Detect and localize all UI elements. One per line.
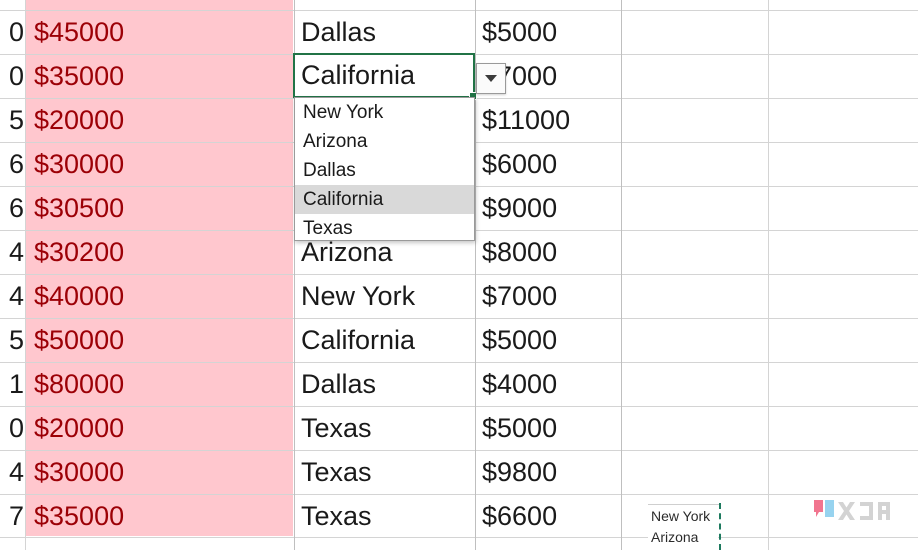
table-cell-amount[interactable]: $30200 [26, 231, 301, 274]
table-cell-amount[interactable]: $30500 [26, 187, 301, 230]
source-range-top-border [648, 504, 720, 505]
table-cell-value[interactable]: $5000 [476, 319, 626, 362]
row-gridline [0, 537, 918, 538]
table-cell-amount[interactable]: $50000 [26, 319, 301, 362]
active-cell-state[interactable]: California [293, 53, 475, 98]
table-cell-value[interactable]: $8000 [476, 231, 626, 274]
source-range-list[interactable]: New York Arizona [648, 506, 718, 550]
table-cell-amount[interactable]: $45000 [26, 11, 301, 54]
table-cell-id[interactable]: 7 [0, 495, 24, 537]
dropdown-option-dallas[interactable]: Dallas [295, 156, 474, 185]
table-cell-value[interactable]: $9000 [476, 187, 626, 230]
table-cell-id[interactable]: 4 [0, 231, 24, 274]
table-cell-amount[interactable]: $35000 [26, 55, 301, 98]
table-cell-state[interactable]: New York [295, 275, 480, 318]
table-cell-id[interactable]: 0 [0, 407, 24, 450]
table-cell-id[interactable]: 6 [0, 187, 24, 230]
table-cell-amount[interactable]: $80000 [26, 363, 301, 406]
column-gridline [768, 0, 769, 550]
table-cell-id[interactable]: 0 [0, 55, 24, 98]
table-cell-value[interactable]: $7000 [476, 275, 626, 318]
table-cell-id[interactable]: 4 [0, 275, 24, 318]
source-item-new-york[interactable]: New York [648, 506, 718, 527]
table-cell-value[interactable]: $5000 [476, 11, 626, 54]
table-cell-value[interactable]: $6000 [476, 143, 626, 186]
table-cell-amount[interactable]: $20000 [26, 99, 301, 142]
table-cell-state[interactable]: Texas [295, 407, 480, 450]
table-cell-id[interactable]: 5 [0, 319, 24, 362]
dropdown-option-california[interactable]: California [295, 185, 474, 214]
table-cell-amount[interactable]: $35000 [26, 495, 301, 537]
table-cell-value[interactable]: $4000 [476, 363, 626, 406]
table-cell-value[interactable]: $5000 [476, 407, 626, 450]
active-cell-value: California [301, 60, 416, 90]
table-cell-amount[interactable]: $20000 [26, 407, 301, 450]
table-cell-amount[interactable]: $30000 [26, 451, 301, 494]
marching-ants-selection-border [719, 503, 721, 550]
chevron-down-icon [485, 75, 497, 82]
dropdown-option-arizona[interactable]: Arizona [295, 127, 474, 156]
table-cell-value[interactable]: $9800 [476, 451, 626, 494]
table-cell-id[interactable]: 1 [0, 363, 24, 406]
dropdown-option-texas[interactable]: Texas [295, 214, 474, 240]
source-item-arizona[interactable]: Arizona [648, 527, 718, 548]
table-cell-state[interactable]: Dallas [295, 11, 480, 54]
validation-dropdown-list[interactable]: New York Arizona Dallas California Texas [294, 97, 475, 241]
spreadsheet-grid[interactable]: 0 $45000 Dallas $5000 0 $35000 $7000 5 $… [0, 0, 918, 550]
table-cell-id[interactable]: 6 [0, 143, 24, 186]
table-cell-state[interactable]: Dallas [295, 363, 480, 406]
table-cell-id[interactable]: 5 [0, 99, 24, 142]
table-cell-value[interactable]: $11000 [476, 99, 626, 142]
table-cell-id[interactable]: 0 [0, 11, 24, 54]
table-cell-value[interactable]: $6600 [476, 495, 626, 537]
dropdown-option-new-york[interactable]: New York [295, 98, 474, 127]
table-cell-state[interactable]: Texas [295, 451, 480, 494]
table-cell-amount[interactable]: $40000 [26, 275, 301, 318]
table-cell-amount[interactable]: $30000 [26, 143, 301, 186]
table-cell-id[interactable]: 4 [0, 451, 24, 494]
dropdown-toggle-button[interactable] [476, 63, 506, 94]
xda-watermark [812, 497, 904, 529]
table-cell-state[interactable]: Texas [295, 495, 480, 537]
table-cell-state[interactable]: California [295, 319, 480, 362]
